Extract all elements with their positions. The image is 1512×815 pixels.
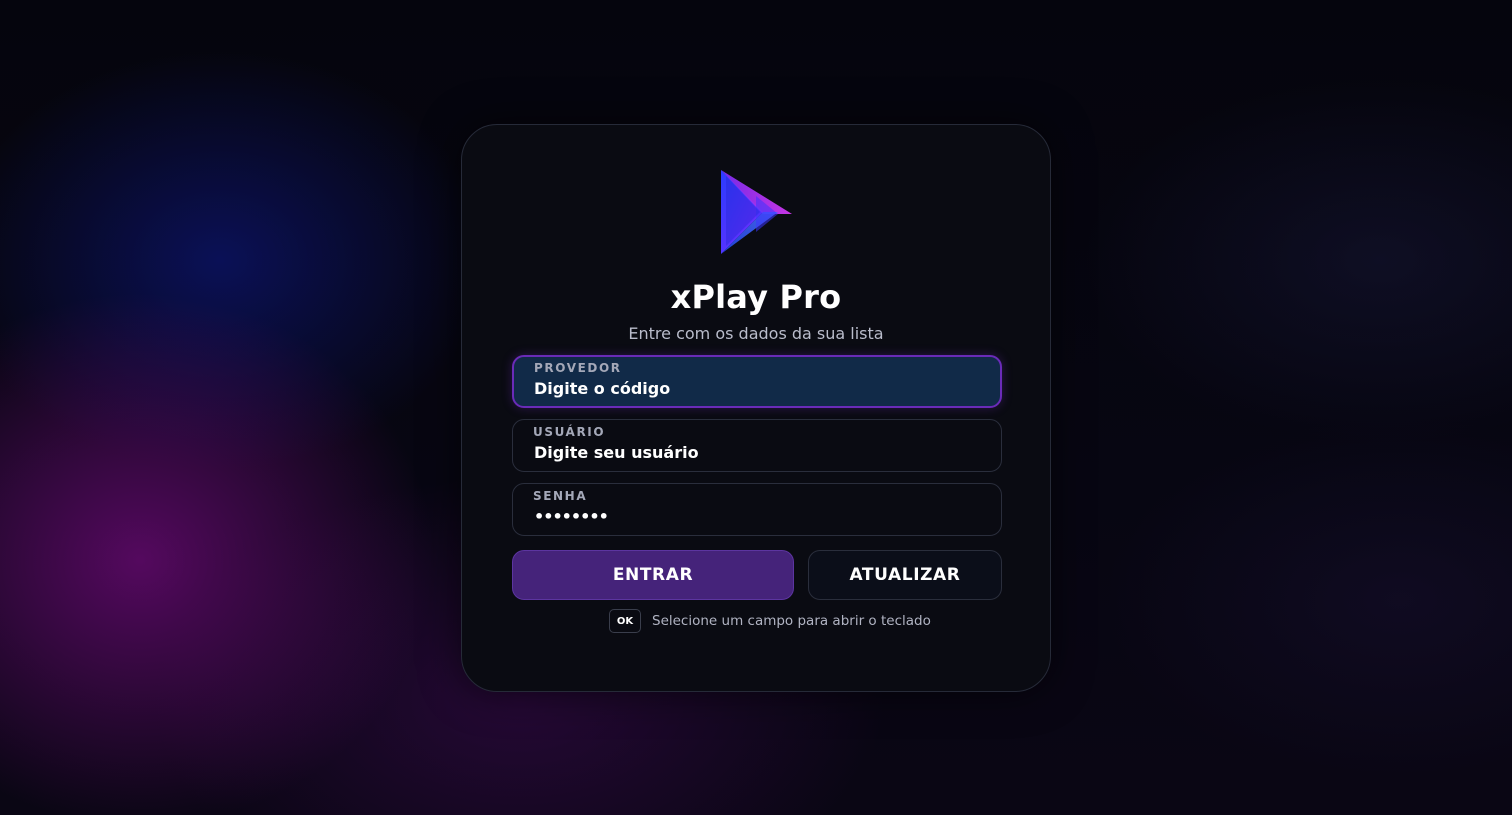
- login-subtitle: Entre com os dados da sua lista: [628, 324, 884, 343]
- user-field-value: Digite seu usuário: [534, 443, 699, 462]
- password-field[interactable]: SENHA ••••••••: [512, 483, 1002, 536]
- user-field-label: USUÁRIO: [533, 425, 606, 439]
- app-title: xPlay Pro: [670, 278, 842, 316]
- password-field-value: ••••••••: [534, 507, 609, 526]
- password-field-label: SENHA: [533, 489, 588, 503]
- keyboard-hint-text: Selecione um campo para abrir o teclado: [652, 613, 931, 629]
- provider-field[interactable]: PROVEDOR Digite o código: [512, 355, 1002, 408]
- provider-field-value: Digite o código: [534, 379, 671, 398]
- user-field[interactable]: USUÁRIO Digite seu usuário: [512, 419, 1002, 472]
- refresh-button[interactable]: ATUALIZAR: [808, 550, 1002, 600]
- keyboard-hint: OK Selecione um campo para abrir o tecla…: [609, 609, 931, 633]
- provider-field-label: PROVEDOR: [534, 361, 622, 375]
- enter-button[interactable]: ENTRAR: [512, 550, 794, 600]
- ok-key-badge: OK: [609, 609, 641, 633]
- play-arrow-logo-icon: [721, 170, 792, 254]
